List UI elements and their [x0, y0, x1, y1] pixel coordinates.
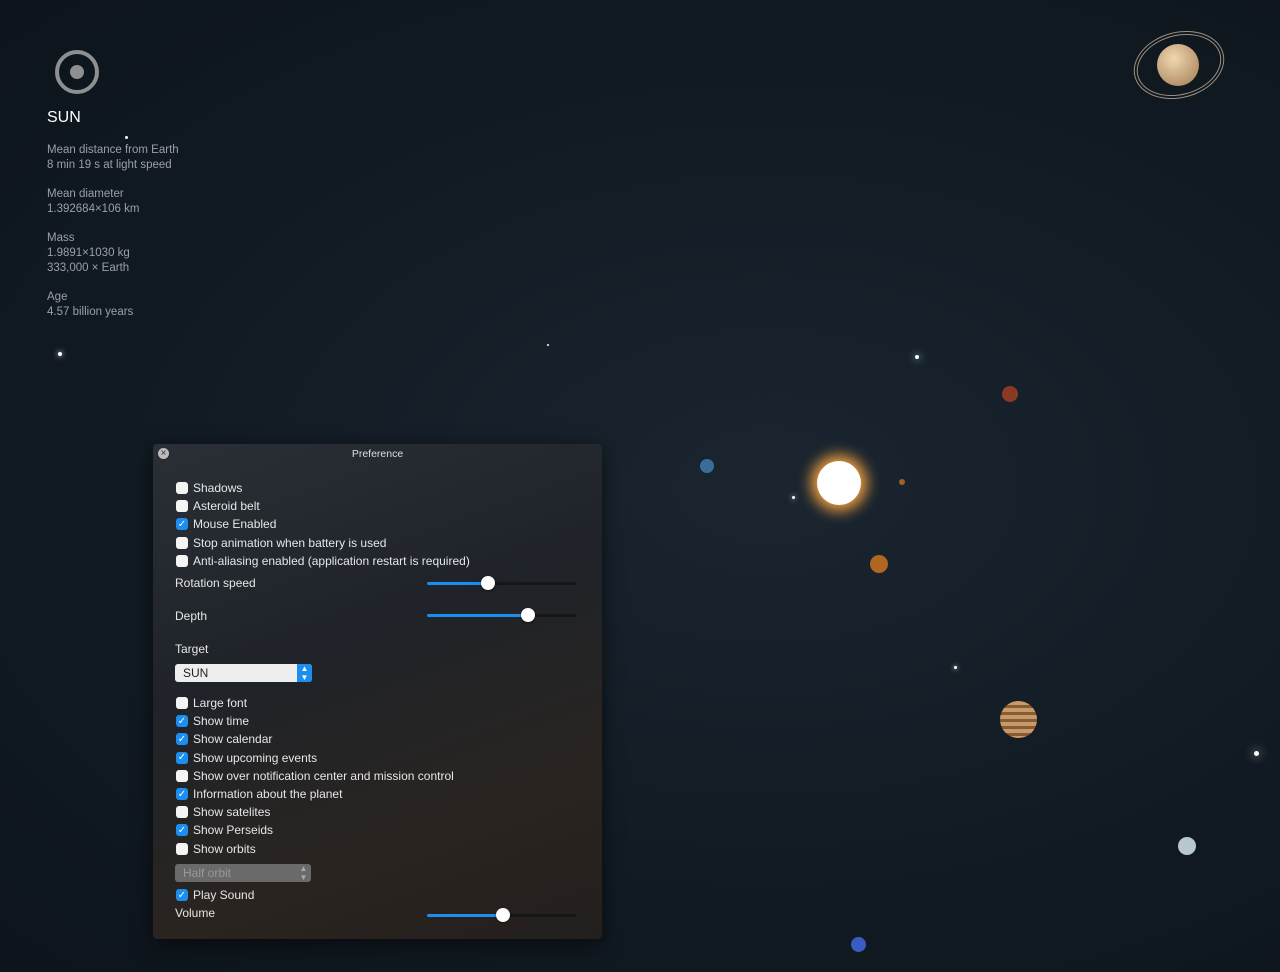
checkbox-icon[interactable]: ✓	[176, 824, 188, 837]
depth-label: Depth	[175, 609, 208, 623]
checkbox-stop-animation-when-battery-is-used[interactable]: Stop animation when battery is used	[176, 536, 386, 550]
checkbox-icon[interactable]	[176, 554, 188, 567]
planet-info: SUN Mean distance from Earth 8 min 19 s a…	[47, 50, 179, 334]
slider-thumb[interactable]	[495, 908, 510, 922]
checkbox-icon[interactable]: ✓	[176, 518, 188, 531]
info-block: Mean diameter 1.392684×106 km	[47, 187, 179, 217]
neptune-planet[interactable]	[851, 937, 866, 952]
preference-window: × Preference Shadows Asteroid belt ✓ Mouse …	[153, 444, 602, 939]
depth-slider[interactable]	[427, 608, 576, 622]
checkbox-icon[interactable]	[176, 769, 188, 782]
slider-thumb[interactable]	[521, 608, 536, 622]
checkbox-label: Shadows	[193, 481, 243, 495]
checkbox-show-orbits[interactable]: Show orbits	[176, 842, 256, 856]
checkbox-show-satelites[interactable]: Show satelites	[176, 805, 270, 819]
checkbox-label: Anti-aliasing enabled (application resta…	[193, 553, 470, 568]
checkbox-icon[interactable]	[176, 842, 188, 855]
chevron-updown-icon: ▲ ▼	[297, 664, 312, 682]
checkbox-information-about-the-planet[interactable]: ✓ Information about the planet	[176, 787, 342, 801]
close-icon[interactable]: ×	[158, 448, 169, 459]
mercury-planet[interactable]	[899, 479, 905, 485]
uranus-planet[interactable]	[1178, 837, 1196, 855]
checkbox-icon[interactable]: ✓	[176, 788, 188, 800]
checkbox-label: Asteroid belt	[193, 499, 260, 514]
info-value: 8 min 19 s at light speed	[47, 159, 172, 171]
rotation-speed-label: Rotation speed	[175, 576, 256, 590]
checkbox-icon[interactable]	[176, 500, 188, 513]
checkbox-shadows[interactable]: Shadows	[176, 481, 242, 495]
sun-symbol-icon	[55, 50, 99, 94]
checkbox-show-over-notification-center-and-mission-control[interactable]: Show over notification center and missio…	[176, 769, 454, 783]
earth-planet[interactable]	[700, 459, 714, 473]
checkbox-icon[interactable]	[176, 536, 188, 549]
info-block: Mass 1.9891×1030 kg 333,000 × Earth	[47, 231, 179, 276]
mars-planet[interactable]	[1002, 386, 1018, 402]
target-label: Target	[175, 642, 209, 656]
volume-slider[interactable]	[427, 908, 576, 922]
checkbox-label: Mouse Enabled	[193, 517, 277, 532]
checkbox-label: Play Sound	[193, 888, 255, 902]
rotation-speed-slider[interactable]	[427, 576, 576, 590]
volume-label: Volume	[175, 906, 216, 920]
slider-fill	[427, 914, 503, 917]
info-value: 1.392684×106 km	[47, 203, 140, 215]
checkbox-label: Show time	[193, 714, 250, 729]
checkbox-show-perseids[interactable]: ✓ Show Perseids	[176, 823, 273, 837]
checkbox-show-time[interactable]: ✓ Show time	[176, 714, 249, 728]
checkbox-label: Show Perseids	[193, 823, 274, 838]
slider-thumb[interactable]	[481, 576, 496, 590]
checkbox-anti-aliasing-enabled-application-restart-is-required[interactable]: Anti-aliasing enabled (application resta…	[176, 554, 470, 568]
checkbox-icon[interactable]	[176, 806, 188, 819]
checkbox-label: Large font	[193, 696, 248, 710]
checkbox-label: Stop animation when battery is used	[193, 535, 387, 550]
checkbox-label: Show calendar	[193, 732, 273, 747]
checkbox-play-sound[interactable]: ✓ Play Sound	[176, 888, 254, 902]
venus-planet[interactable]	[870, 555, 888, 573]
planet-name: SUN	[47, 109, 81, 126]
checkbox-asteroid-belt[interactable]: Asteroid belt	[176, 499, 260, 513]
info-value: 1.9891×1030 kg	[47, 247, 130, 259]
checkbox-icon[interactable]	[176, 697, 188, 709]
checkbox-icon[interactable]	[176, 482, 188, 494]
checkbox-mouse-enabled[interactable]: ✓ Mouse Enabled	[176, 517, 276, 531]
checkbox-show-upcoming-events[interactable]: ✓ Show upcoming events	[176, 751, 317, 765]
info-label: Mean diameter	[47, 188, 124, 200]
info-label: Mass	[47, 232, 75, 244]
checkbox-label: Information about the planet	[193, 787, 343, 801]
checkbox-large-font[interactable]: Large font	[176, 696, 247, 710]
checkbox-icon[interactable]: ✓	[176, 889, 188, 901]
info-value: 333,000 × Earth	[47, 262, 130, 274]
target-select[interactable]: SUN ▲ ▼	[175, 664, 312, 682]
checkbox-label: Show orbits	[193, 841, 256, 856]
checkbox-icon[interactable]: ✓	[176, 733, 188, 746]
target-value: SUN	[183, 666, 209, 680]
checkbox-show-calendar[interactable]: ✓ Show calendar	[176, 732, 272, 746]
orbit-select: Half orbit ▲ ▼	[175, 864, 311, 882]
checkbox-label: Show upcoming events	[193, 750, 318, 765]
window-title: Preference	[351, 448, 404, 460]
info-label: Mean distance from Earth	[47, 144, 179, 156]
info-block: Age 4.57 billion years	[47, 290, 179, 320]
info-label: Age	[47, 291, 68, 303]
slider-fill	[427, 582, 489, 585]
saturn-body	[1157, 44, 1199, 86]
info-block: Mean distance from Earth 8 min 19 s at li…	[47, 143, 179, 173]
checkbox-label: Show over notification center and missio…	[193, 768, 454, 783]
orbit-value: Half orbit	[183, 866, 232, 880]
slider-fill	[427, 614, 529, 617]
checkbox-icon[interactable]: ✓	[176, 715, 188, 728]
sun-planet[interactable]	[817, 461, 861, 505]
info-value: 4.57 billion years	[47, 306, 134, 318]
chevron-updown-icon: ▲ ▼	[299, 864, 308, 882]
checkbox-label: Show satelites	[193, 805, 271, 820]
jupiter-planet[interactable]	[1000, 701, 1037, 738]
checkbox-icon[interactable]: ✓	[176, 751, 188, 764]
